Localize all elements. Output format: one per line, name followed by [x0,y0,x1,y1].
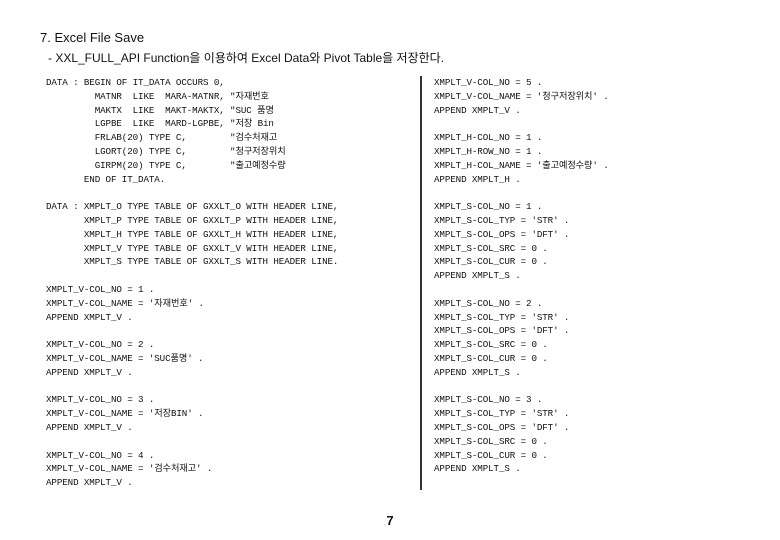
column-divider [420,76,422,490]
page-number: 7 [0,513,780,528]
section-heading: 7. Excel File Save [40,30,740,45]
code-area: DATA : BEGIN OF IT_DATA OCCURS 0, MATNR … [40,76,740,490]
code-column-right: XMPLT_V-COL_NO = 5 . XMPLT_V-COL_NAME = … [416,76,609,490]
code-column-left: DATA : BEGIN OF IT_DATA OCCURS 0, MATNR … [40,76,416,490]
section-subheading: - XXL_FULL_API Function을 이용하여 Excel Data… [40,49,740,66]
